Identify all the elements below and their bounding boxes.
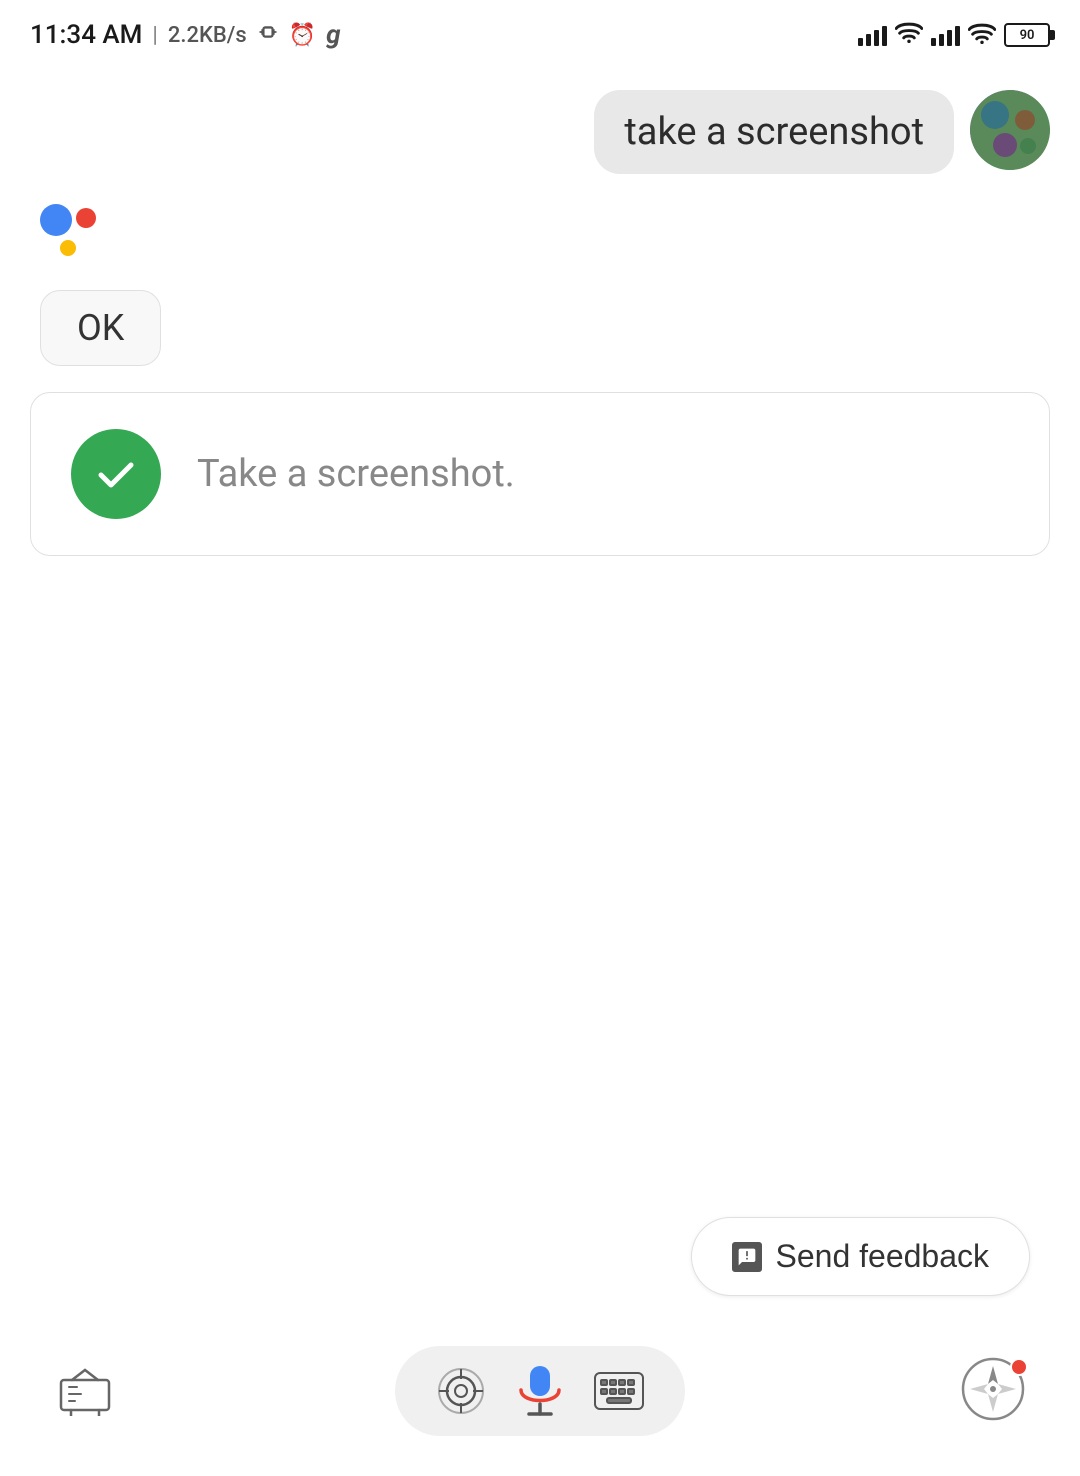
g-app-icon: g	[326, 20, 340, 50]
ok-bubble: OK	[40, 290, 161, 366]
bottom-section: Send feedback	[0, 1217, 1080, 1476]
camera-search-button[interactable]	[435, 1365, 487, 1417]
dot-blue	[40, 204, 72, 236]
feedback-icon	[732, 1242, 762, 1272]
data-speed: 2.2KB/s	[168, 23, 247, 48]
status-bar: 11:34 AM | 2.2KB/s ⏰ g	[0, 0, 1080, 70]
wifi-icon-2	[968, 22, 996, 48]
signal-bars-2	[931, 24, 960, 46]
user-message-text: take a screenshot	[624, 110, 924, 154]
send-feedback-button[interactable]: Send feedback	[691, 1217, 1031, 1296]
time-display: 11:34 AM	[30, 20, 142, 50]
action-card: Take a screenshot.	[30, 392, 1050, 556]
mic-button[interactable]	[507, 1358, 573, 1424]
check-icon	[91, 449, 141, 499]
bottom-nav	[0, 1336, 1080, 1446]
compass-icon-wrapper[interactable]	[960, 1356, 1030, 1426]
separator: |	[152, 23, 157, 48]
alarm-icon: ⏰	[289, 23, 316, 48]
send-feedback-label: Send feedback	[776, 1238, 990, 1275]
compass-notification-dot	[1010, 1358, 1028, 1376]
wifi-icon	[895, 20, 923, 50]
ok-text: OK	[77, 307, 124, 349]
user-avatar	[970, 90, 1050, 170]
status-right: 90	[858, 20, 1050, 50]
keyboard-button[interactable]	[593, 1365, 645, 1417]
vibrate-icon	[257, 21, 279, 49]
chat-area: take a screenshot OK	[0, 70, 1080, 576]
signal-bars-1	[858, 24, 887, 46]
assistant-response-row: OK Take a screenshot.	[30, 204, 1050, 556]
battery-icon: 90	[1004, 23, 1050, 47]
google-assistant-logo	[40, 204, 120, 274]
action-card-text: Take a screenshot.	[197, 452, 515, 496]
dot-red	[76, 208, 96, 228]
dot-yellow	[60, 240, 76, 256]
tv-icon[interactable]	[50, 1356, 120, 1426]
check-circle	[71, 429, 161, 519]
center-pill	[395, 1346, 685, 1436]
send-feedback-row: Send feedback	[0, 1217, 1080, 1296]
user-message-bubble: take a screenshot	[594, 90, 954, 174]
status-left: 11:34 AM | 2.2KB/s ⏰ g	[30, 20, 341, 50]
user-message-row: take a screenshot	[30, 90, 1050, 174]
